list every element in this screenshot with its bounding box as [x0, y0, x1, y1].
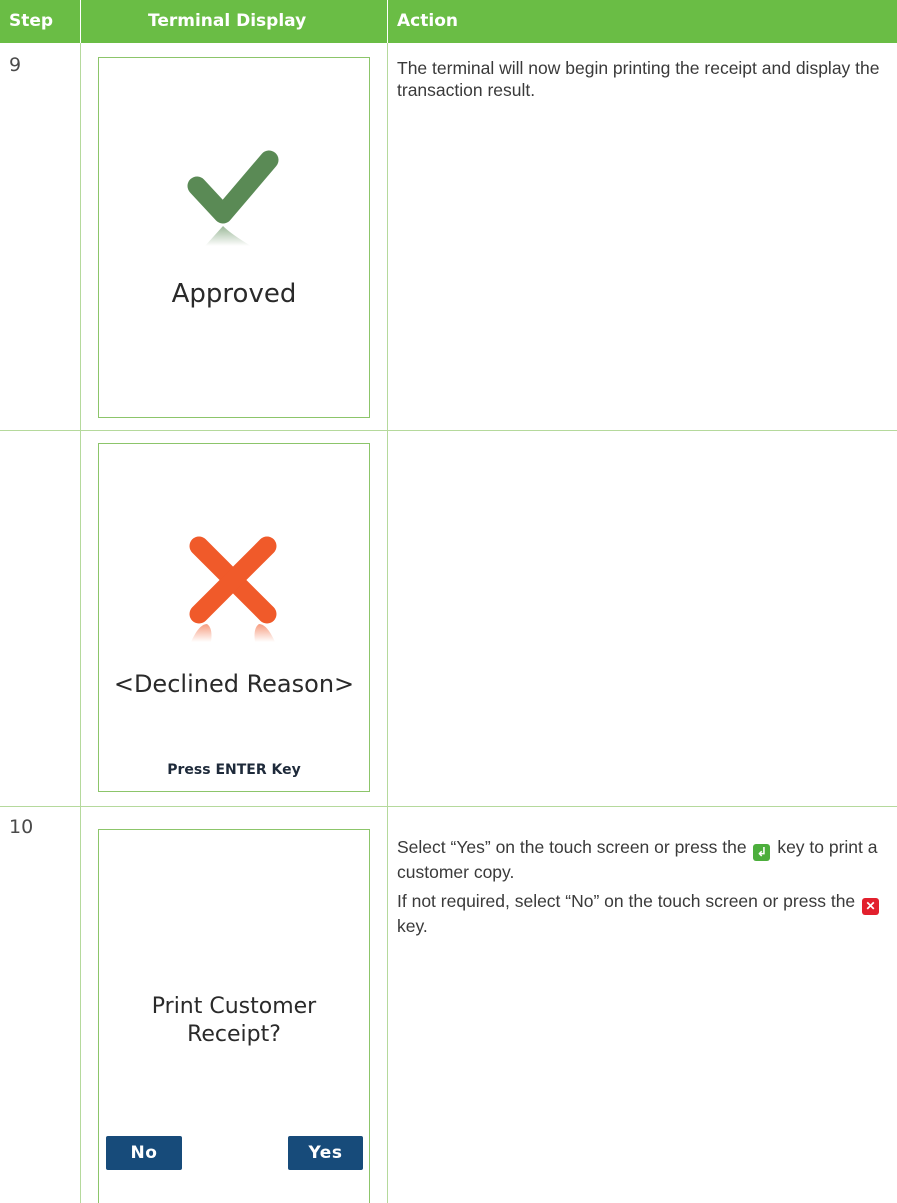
action-text: The terminal will now begin printing the…: [397, 57, 887, 108]
action-text-part: key.: [397, 916, 428, 936]
action-text-part: If not required, select “No” on the touc…: [397, 891, 856, 911]
header-action: Action: [397, 11, 458, 31]
step-number: 9: [9, 54, 22, 76]
column-divider: [387, 43, 388, 1203]
header-divider: [80, 0, 81, 43]
action-text: Select “Yes” on the touch screen or pres…: [397, 836, 887, 944]
cancel-key-icon: ✕: [862, 898, 880, 915]
approved-text: Approved: [171, 279, 297, 309]
action-paragraph: If not required, select “No” on the touc…: [397, 890, 887, 937]
x-icon: [189, 536, 277, 642]
terminal-screen-declined: <Declined Reason> Press ENTER Key: [98, 443, 370, 792]
terminal-screen-approved: Approved: [98, 57, 370, 418]
action-paragraph: Select “Yes” on the touch screen or pres…: [397, 836, 887, 883]
step-number: 10: [9, 816, 34, 838]
check-icon: [187, 150, 279, 246]
no-button[interactable]: No: [106, 1136, 182, 1170]
row-divider: [0, 430, 897, 431]
yes-button[interactable]: Yes: [288, 1136, 363, 1170]
column-divider: [80, 43, 81, 1203]
header-step: Step: [9, 11, 54, 31]
press-enter-text: Press ENTER Key: [167, 762, 301, 778]
table-header: Step Terminal Display Action: [0, 0, 897, 43]
prompt-line: Receipt?: [187, 1022, 281, 1047]
enter-key-icon: ↲: [753, 844, 771, 861]
action-paragraph: The terminal will now begin printing the…: [397, 58, 880, 100]
print-receipt-prompt: Print Customer Receipt?: [99, 993, 369, 1049]
header-terminal-display: Terminal Display: [148, 11, 307, 31]
declined-reason-text: <Declined Reason>: [113, 670, 355, 698]
row-divider: [0, 806, 897, 807]
prompt-line: Print Customer: [151, 994, 317, 1019]
header-divider: [387, 0, 388, 43]
action-text-part: Select “Yes” on the touch screen or pres…: [397, 837, 747, 857]
